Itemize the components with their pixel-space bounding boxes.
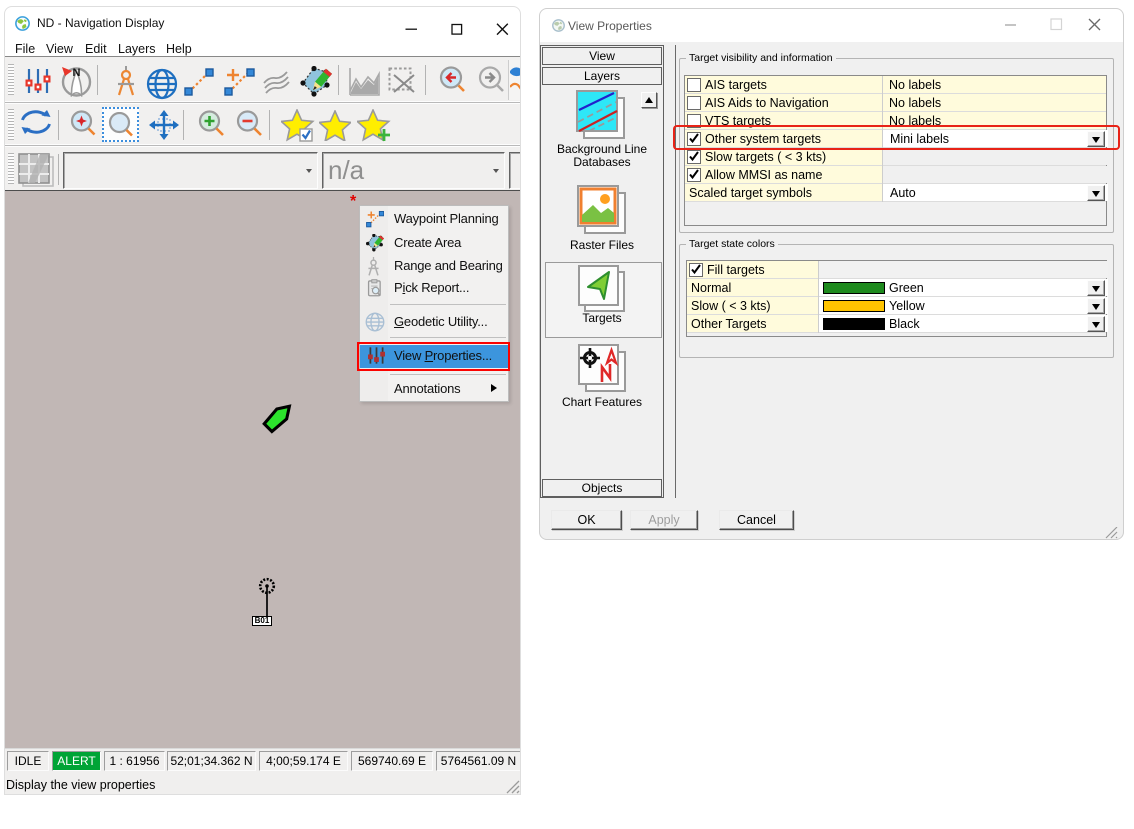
svg-text:N: N [73,67,81,79]
